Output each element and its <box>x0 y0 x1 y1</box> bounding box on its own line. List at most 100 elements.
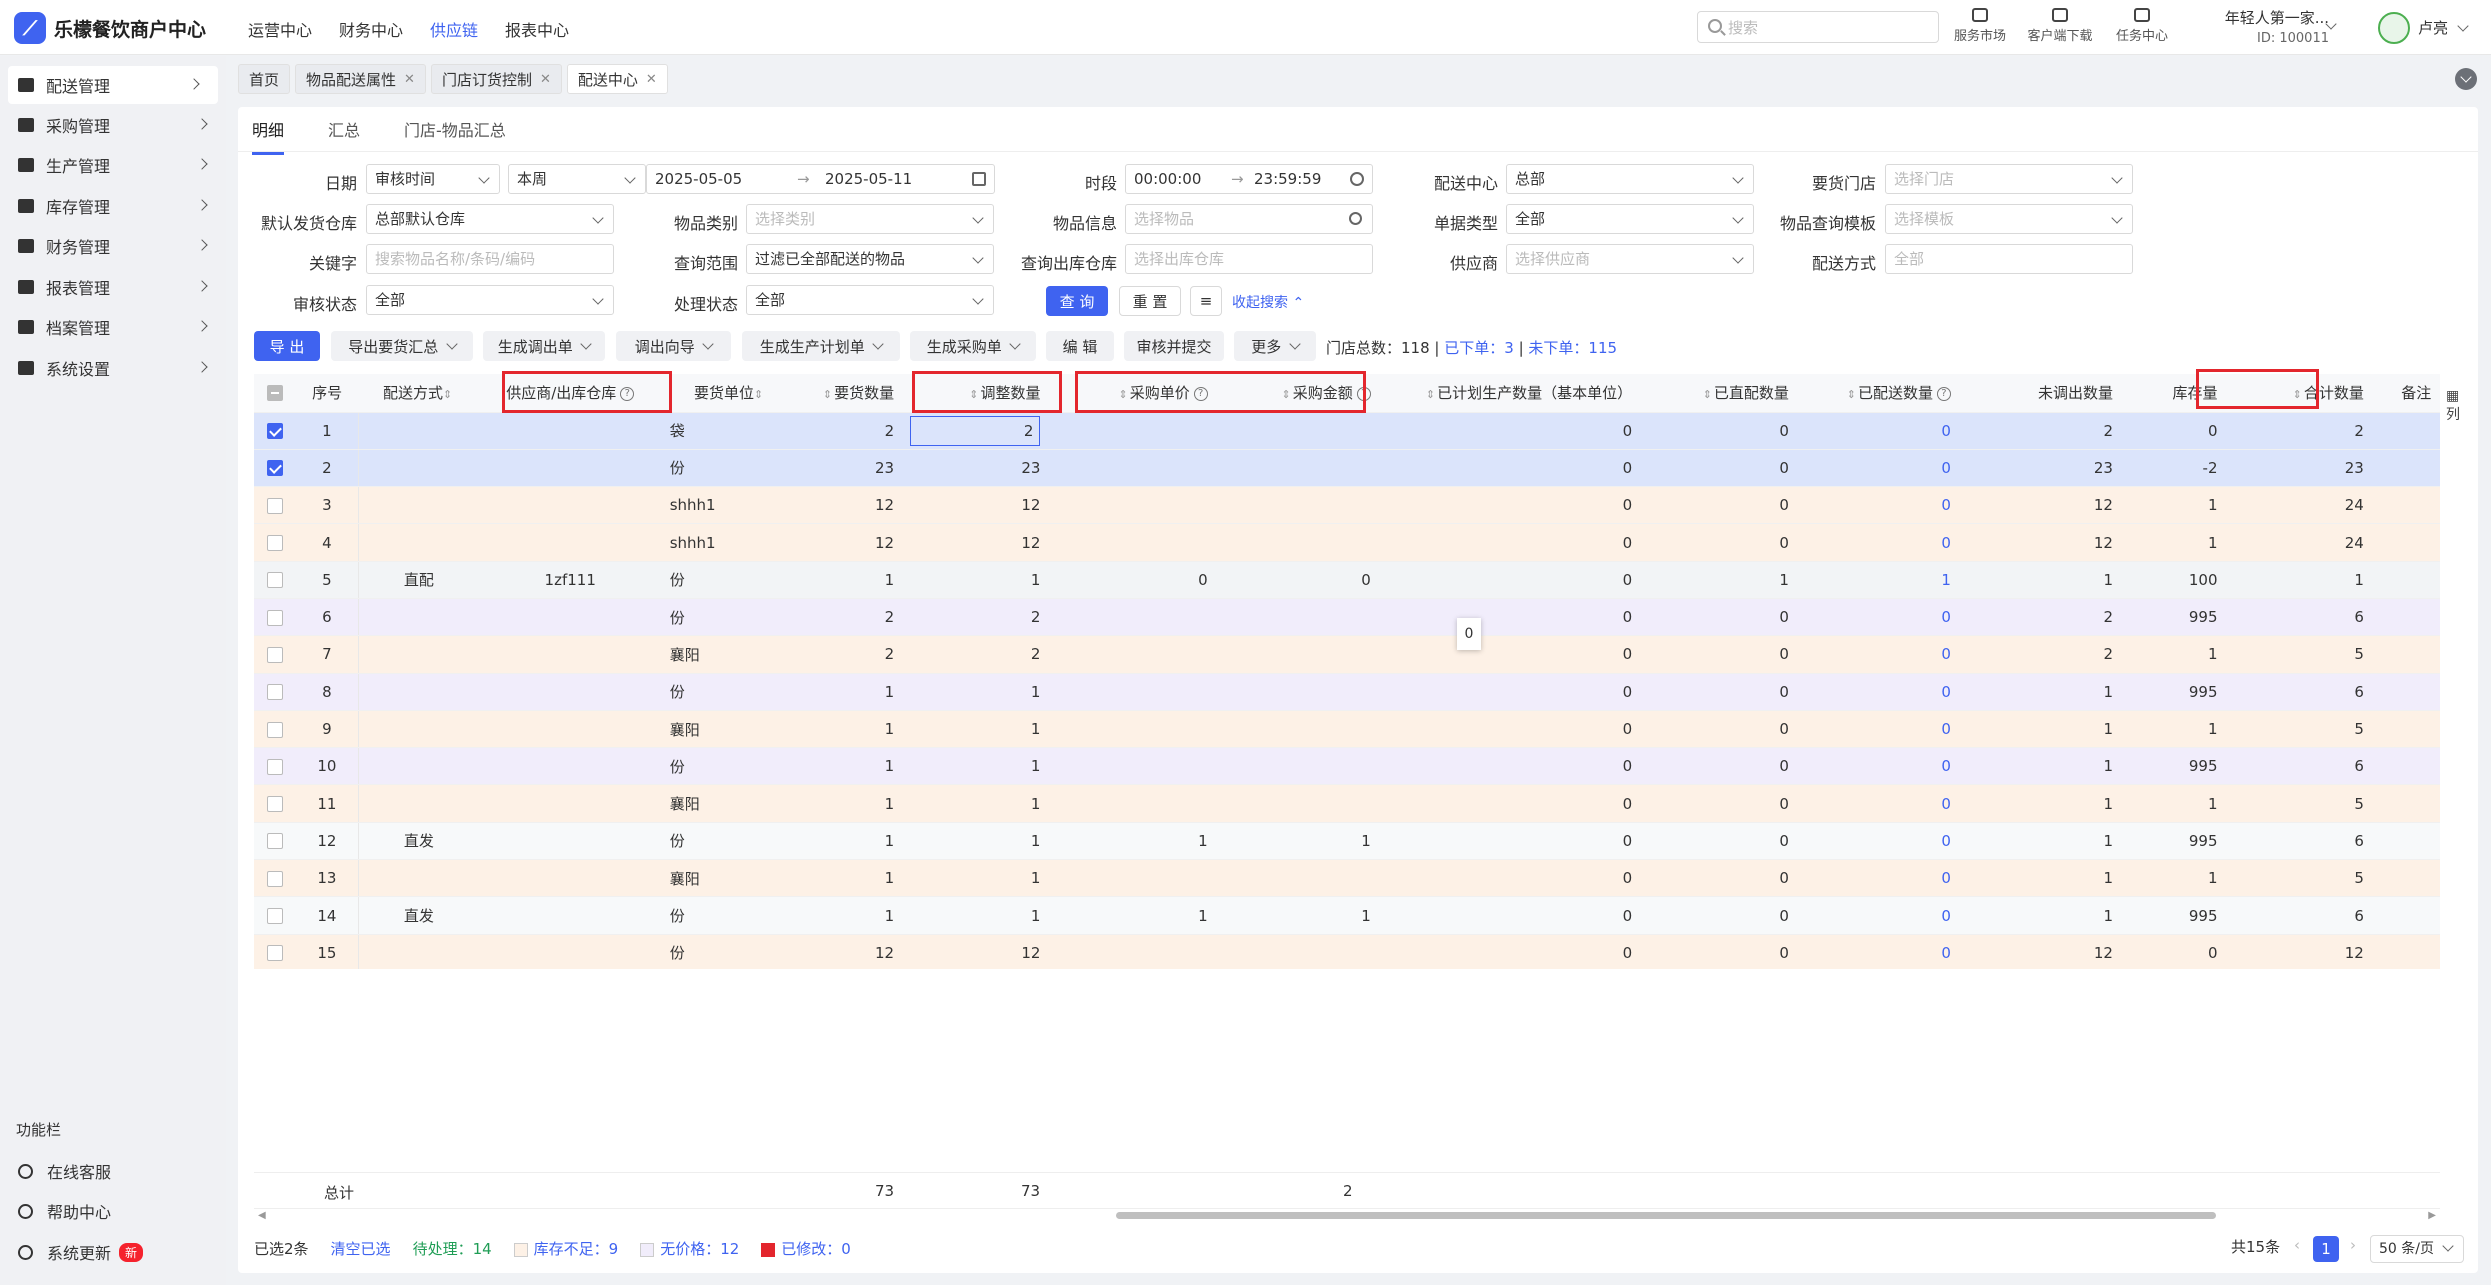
cell-note[interactable] <box>2371 784 2440 823</box>
cell-note[interactable] <box>2371 934 2440 969</box>
table-row[interactable]: 8份1100019956未审 <box>254 673 2440 711</box>
cell-adj[interactable]: 2 <box>902 635 1049 674</box>
center-select[interactable]: 总部 <box>1506 164 1754 194</box>
table-row[interactable]: 15份121200012012未审 <box>254 934 2440 969</box>
export-button[interactable]: 导 出 <box>254 331 320 361</box>
column-settings-button[interactable]: ▦ 列 <box>2446 388 2462 424</box>
cell-note[interactable] <box>2371 412 2440 450</box>
cell-note[interactable] <box>2371 561 2440 599</box>
table-row[interactable]: 1袋22000202未审 <box>254 412 2440 450</box>
process-status-select[interactable]: 全部 <box>746 285 994 315</box>
table-row[interactable]: 14直发份111100019956未审 <box>254 896 2440 935</box>
row-checkbox[interactable] <box>254 934 296 969</box>
cell-note[interactable] <box>2371 635 2440 674</box>
row-checkbox[interactable] <box>254 598 296 637</box>
ordered-count[interactable]: 3 <box>1504 339 1514 357</box>
sidebar-item-production[interactable]: 生产管理 <box>0 146 226 184</box>
sidebar-item-settings[interactable]: 系统设置 <box>0 349 226 387</box>
sort-icon[interactable]: ⇕ <box>1426 388 1435 401</box>
table-row[interactable]: 6份2200029956未审 <box>254 598 2440 637</box>
row-checkbox[interactable] <box>254 859 296 898</box>
subtab-store-item-summary[interactable]: 门店-物品汇总 <box>404 117 506 155</box>
subtab-summary[interactable]: 汇总 <box>328 117 360 155</box>
sidebar-item-purchase[interactable]: 采购管理 <box>0 106 226 144</box>
store-select[interactable]: 选择门店 <box>1885 164 2133 194</box>
export-summary-button[interactable]: 导出要货汇总 <box>331 331 473 361</box>
topnav-report[interactable]: 报表中心 <box>505 17 569 41</box>
cell-price[interactable]: 1 <box>1048 896 1216 935</box>
client-download-button[interactable]: 客户端下载 <box>2022 6 2098 44</box>
select-all-checkbox[interactable] <box>254 374 296 413</box>
filter-settings-button[interactable]: ≡ <box>1190 286 1222 316</box>
topnav-ops[interactable]: 运营中心 <box>248 17 312 41</box>
reset-button[interactable]: 重 置 <box>1119 286 1181 316</box>
cell-note[interactable] <box>2371 523 2440 562</box>
close-icon[interactable]: ✕ <box>404 72 415 87</box>
query-button[interactable]: 查 询 <box>1046 286 1108 316</box>
row-checkbox[interactable] <box>254 635 296 674</box>
col-delivered[interactable]: ⇕ 已配送数量? <box>1796 374 1959 413</box>
cell-note[interactable] <box>2371 822 2440 861</box>
cell-price[interactable] <box>1048 784 1216 823</box>
table-row[interactable]: 10份1100019956未审 <box>254 747 2440 786</box>
sidebar-item-delivery[interactable]: 配送管理 <box>8 66 218 104</box>
subtab-detail[interactable]: 明细 <box>252 117 285 155</box>
cell-price[interactable] <box>1048 635 1216 674</box>
tab-store-order-control[interactable]: 门店订货控制 ✕ <box>430 64 562 94</box>
row-checkbox[interactable] <box>254 486 296 525</box>
low-stock-legend[interactable]: 库存不足：9 <box>513 1238 618 1259</box>
period-select[interactable]: 本周 <box>508 164 646 194</box>
tab-home[interactable]: 首页 <box>238 64 291 94</box>
more-button[interactable]: 更多 <box>1234 331 1316 361</box>
row-checkbox[interactable] <box>254 673 296 711</box>
cell-adj[interactable]: 1 <box>902 822 1049 861</box>
close-icon[interactable]: ✕ <box>646 72 657 87</box>
cell-price[interactable] <box>1048 412 1216 450</box>
global-search-input[interactable]: 搜索 <box>1697 11 1939 43</box>
cell-adj[interactable]: 1 <box>902 673 1049 711</box>
time-range-picker[interactable]: 00:00:00 → 23:59:59 <box>1125 164 1373 194</box>
scroll-thumb[interactable] <box>1116 1212 2216 1219</box>
cell-note[interactable] <box>2371 747 2440 786</box>
cell-price[interactable] <box>1048 523 1216 562</box>
col-planned[interactable]: ⇕ 已计划生产数量（基本单位） <box>1378 374 1641 413</box>
avatar[interactable] <box>2378 12 2410 44</box>
cell-price[interactable] <box>1048 486 1216 525</box>
row-checkbox[interactable] <box>254 561 296 599</box>
scroll-left-icon[interactable]: ◀ <box>258 1210 266 1221</box>
system-update-link[interactable]: 系统更新新 <box>18 1240 144 1264</box>
supplier-select[interactable]: 选择供应商 <box>1506 244 1754 274</box>
cell-note[interactable] <box>2371 710 2440 749</box>
cell-price[interactable]: 0 <box>1048 561 1216 599</box>
prev-page-icon[interactable]: ‹ <box>2294 1236 2300 1254</box>
gen-production-plan-button[interactable]: 生成生产计划单 <box>742 331 900 361</box>
cell-note[interactable] <box>2371 598 2440 637</box>
warehouse-select[interactable]: 总部默认仓库 <box>366 204 614 234</box>
cell-adj[interactable]: 12 <box>902 523 1049 562</box>
date-range-picker[interactable]: 2025-05-05 → 2025-05-11 <box>646 164 995 194</box>
col-method[interactable]: 配送方式⇕ <box>358 374 479 413</box>
table-row[interactable]: 3shhh1121200012124未审 <box>254 486 2440 525</box>
row-checkbox[interactable] <box>254 784 296 823</box>
cell-adj[interactable]: 12 <box>902 486 1049 525</box>
keyword-input[interactable]: 搜索物品名称/条码/编码 <box>366 244 614 274</box>
cell-price[interactable]: 1 <box>1048 822 1216 861</box>
cell-adj[interactable]: 2 <box>902 412 1049 450</box>
no-price-legend[interactable]: 无价格：12 <box>640 1238 739 1259</box>
row-checkbox[interactable] <box>254 449 296 488</box>
cell-adj[interactable]: 23 <box>902 449 1049 488</box>
table-row[interactable]: 9襄阳11000115未审 <box>254 710 2440 749</box>
online-service-link[interactable]: 在线客服 <box>18 1159 111 1183</box>
gen-purchase-button[interactable]: 生成采购单 <box>910 331 1036 361</box>
template-select[interactable]: 选择模板 <box>1885 204 2133 234</box>
task-center-button[interactable]: 任务中心 <box>2112 6 2172 44</box>
pending-count[interactable]: 待处理：14 <box>413 1238 492 1259</box>
cell-adj[interactable]: 1 <box>902 896 1049 935</box>
date-type-select[interactable]: 审核时间 <box>366 164 500 194</box>
sidebar-item-inventory[interactable]: 库存管理 <box>0 187 226 225</box>
cell-adj[interactable]: 1 <box>902 710 1049 749</box>
service-market-button[interactable]: 服务市场 <box>1950 6 2010 44</box>
sort-icon[interactable]: ⇕ <box>1703 388 1712 401</box>
cell-adj[interactable]: 12 <box>902 934 1049 969</box>
audit-submit-button[interactable]: 审核并提交 <box>1124 331 1224 361</box>
